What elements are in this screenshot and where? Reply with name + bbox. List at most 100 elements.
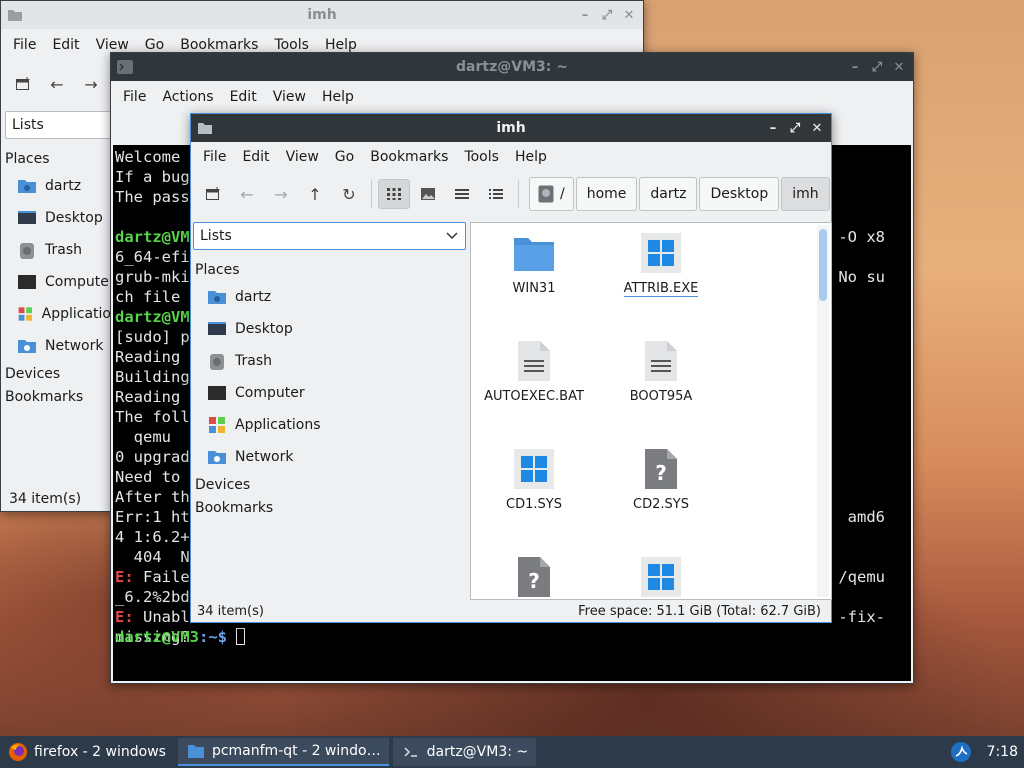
back-arrow-icon[interactable]: ← bbox=[41, 69, 73, 99]
sidebar-item-trash[interactable]: Trash bbox=[1, 234, 111, 266]
close-icon[interactable]: ✕ bbox=[619, 5, 639, 25]
network-folder-icon bbox=[18, 340, 36, 353]
maximize-icon[interactable]: ⤢ bbox=[785, 118, 805, 138]
back-window-titlebar[interactable]: imh – ⤢ ✕ bbox=[1, 1, 643, 29]
reload-icon[interactable]: ↻ bbox=[333, 179, 365, 209]
menu-tools[interactable]: Tools bbox=[456, 149, 507, 165]
menu-file[interactable]: File bbox=[195, 149, 234, 165]
sidebar-item-desktop[interactable]: Desktop bbox=[1, 202, 111, 234]
terminal-line: 404 N bbox=[115, 548, 190, 566]
terminal-icon bbox=[117, 60, 133, 74]
sidebar-item-applications[interactable]: Applicatio bbox=[1, 298, 111, 330]
menu-view[interactable]: View bbox=[265, 89, 314, 105]
sidebar-item-dartz[interactable]: dartz bbox=[191, 281, 467, 313]
menu-help[interactable]: Help bbox=[317, 37, 365, 53]
icon-view-icon[interactable] bbox=[378, 179, 410, 209]
unknown-file-icon: ? bbox=[512, 555, 556, 599]
file-item[interactable]: ATTRIB.EXE bbox=[606, 231, 716, 297]
breadcrumb-home[interactable]: home bbox=[575, 177, 638, 211]
menu-file[interactable]: File bbox=[115, 89, 154, 105]
menu-go[interactable]: Go bbox=[137, 37, 172, 53]
folder-icon bbox=[8, 10, 22, 21]
trash-icon bbox=[20, 243, 34, 259]
sidebar-item-computer[interactable]: Computer bbox=[191, 377, 467, 409]
vertical-scrollbar[interactable] bbox=[817, 225, 829, 597]
places-heading: Places bbox=[195, 261, 240, 278]
compact-view-icon[interactable] bbox=[446, 179, 478, 209]
menu-view[interactable]: View bbox=[278, 149, 327, 165]
menu-help[interactable]: Help bbox=[507, 149, 555, 165]
task-pcmanfm[interactable]: pcmanfm-qt - 2 windo… bbox=[177, 738, 389, 766]
svg-text:?: ? bbox=[528, 569, 540, 593]
menu-tools[interactable]: Tools bbox=[266, 37, 317, 53]
side-pane-select[interactable]: Lists bbox=[5, 111, 111, 139]
terminal-line: Reading bbox=[115, 348, 181, 366]
sidebar-item-applications[interactable]: Applications bbox=[191, 409, 467, 441]
sidebar-item-network[interactable]: Network bbox=[191, 441, 467, 473]
file-item[interactable]: ? CD2.SYS bbox=[606, 447, 716, 512]
task-firefox[interactable]: firefox - 2 windows bbox=[0, 738, 174, 766]
task-terminal[interactable]: dartz@VM3: ~ bbox=[392, 738, 537, 766]
home-folder-icon bbox=[208, 291, 226, 304]
terminal-titlebar[interactable]: dartz@VM3: ~ – ⤢ ✕ bbox=[111, 53, 913, 81]
close-icon[interactable]: ✕ bbox=[807, 118, 827, 138]
breadcrumb-dartz[interactable]: dartz bbox=[639, 177, 698, 211]
text-file-icon bbox=[639, 339, 683, 383]
detailed-view-icon[interactable] bbox=[480, 179, 512, 209]
terminal-line: 4 1:6.2+ bbox=[115, 528, 190, 546]
system-tray-icon[interactable] bbox=[949, 740, 973, 764]
file-item[interactable]: BOOT95A bbox=[606, 339, 716, 404]
thumbnail-view-icon[interactable] bbox=[412, 179, 444, 209]
breadcrumb-imh[interactable]: imh bbox=[781, 177, 830, 211]
menu-go[interactable]: Go bbox=[327, 149, 362, 165]
breadcrumb-desktop[interactable]: Desktop bbox=[699, 177, 780, 211]
menu-actions[interactable]: Actions bbox=[154, 89, 221, 105]
sidebar-item-dartz[interactable]: dartz bbox=[1, 170, 111, 202]
new-tab-icon[interactable] bbox=[197, 179, 229, 209]
devices-heading: Devices bbox=[195, 476, 251, 493]
front-window-titlebar[interactable]: imh – ⤢ ✕ bbox=[191, 114, 831, 142]
windows-exe-icon bbox=[639, 555, 683, 599]
bookmarks-heading: Bookmarks bbox=[195, 499, 274, 516]
minimize-icon[interactable]: – bbox=[763, 118, 783, 138]
forward-arrow-icon[interactable]: → bbox=[265, 179, 297, 209]
file-item[interactable]: CD1.SYS bbox=[479, 447, 589, 512]
minimize-icon[interactable]: – bbox=[845, 57, 865, 77]
file-item[interactable]: ? bbox=[479, 555, 589, 599]
sidebar-item-trash[interactable]: Trash bbox=[191, 345, 467, 377]
menu-edit[interactable]: Edit bbox=[222, 89, 265, 105]
forward-arrow-icon[interactable]: → bbox=[75, 69, 107, 99]
menu-view[interactable]: View bbox=[88, 37, 137, 53]
side-pane-select[interactable]: Lists bbox=[193, 222, 466, 250]
terminal-line: Welcome bbox=[115, 148, 181, 166]
clock[interactable]: 7:18 bbox=[987, 744, 1018, 760]
scrollbar-thumb[interactable] bbox=[819, 229, 827, 301]
menu-help[interactable]: Help bbox=[314, 89, 362, 105]
sidebar-item-network[interactable]: Network bbox=[1, 330, 111, 362]
up-arrow-icon[interactable]: ↑ bbox=[299, 179, 331, 209]
menu-bookmarks[interactable]: Bookmarks bbox=[172, 37, 266, 53]
new-tab-icon[interactable] bbox=[7, 69, 39, 99]
file-view[interactable]: WIN31 ATTRIB.EXE AUTOEXEC.BAT BOOT95A CD… bbox=[470, 222, 832, 600]
maximize-icon[interactable]: ⤢ bbox=[597, 5, 617, 25]
close-icon[interactable]: ✕ bbox=[889, 57, 909, 77]
maximize-icon[interactable]: ⤢ bbox=[867, 57, 887, 77]
folder-icon bbox=[186, 741, 206, 761]
file-item[interactable] bbox=[606, 555, 716, 599]
minimize-icon[interactable]: – bbox=[575, 5, 595, 25]
file-item[interactable]: WIN31 bbox=[479, 231, 589, 296]
home-folder-icon bbox=[18, 180, 36, 193]
sidebar-item-computer[interactable]: Compute bbox=[1, 266, 111, 298]
menu-edit[interactable]: Edit bbox=[44, 37, 87, 53]
back-arrow-icon[interactable]: ← bbox=[231, 179, 263, 209]
devices-heading: Devices bbox=[5, 365, 61, 382]
file-item[interactable]: AUTOEXEC.BAT bbox=[479, 339, 589, 404]
menu-bookmarks[interactable]: Bookmarks bbox=[362, 149, 456, 165]
menu-file[interactable]: File bbox=[5, 37, 44, 53]
front-file-manager-window[interactable]: imh – ⤢ ✕ File Edit View Go Bookmarks To… bbox=[190, 113, 832, 623]
terminal-prompt-line: dartz@VM3:~$ bbox=[115, 627, 246, 647]
sidebar-item-desktop[interactable]: Desktop bbox=[191, 313, 467, 345]
breadcrumb-root[interactable]: / bbox=[529, 177, 574, 211]
menu-edit[interactable]: Edit bbox=[234, 149, 277, 165]
